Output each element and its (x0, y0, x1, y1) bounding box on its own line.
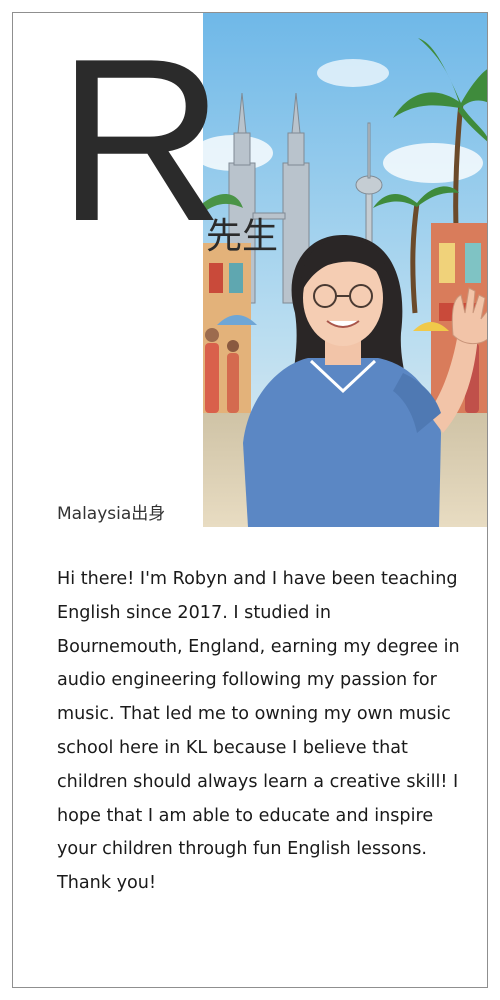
teacher-portrait-illustration (203, 13, 487, 527)
teacher-bio: Hi there! I'm Robyn and I have been teac… (57, 569, 460, 894)
teacher-honorific: 先生 (206, 216, 279, 257)
teacher-profile-card: R 先生 Malaysia出身 Hi there! I'm Robyn and … (12, 12, 488, 988)
teacher-origin: Malaysia出身 (57, 504, 166, 524)
teacher-initial: R (57, 12, 225, 270)
